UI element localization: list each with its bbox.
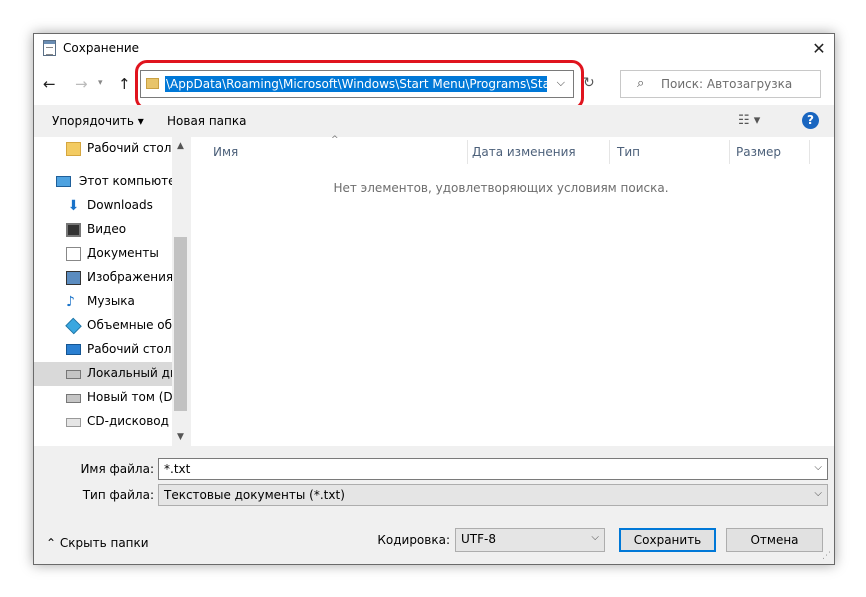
sidebar-item-desktop[interactable]: Рабочий стол: [34, 338, 189, 362]
encoding-label: Кодировка:: [377, 533, 450, 547]
resize-grip-icon[interactable]: ⋰: [822, 551, 831, 561]
computer-icon: [56, 176, 71, 187]
sidebar-item-video[interactable]: Видео: [34, 218, 189, 242]
column-divider[interactable]: [729, 140, 730, 164]
cancel-button[interactable]: Отмена: [726, 528, 823, 552]
downloads-icon: ⬇: [67, 198, 80, 214]
help-icon[interactable]: ?: [802, 112, 819, 129]
drive-icon: [66, 394, 81, 403]
organize-label: Упорядочить: [52, 114, 134, 128]
scroll-up-arrow-icon[interactable]: ▲: [172, 141, 189, 151]
column-header-type[interactable]: Тип: [617, 145, 640, 159]
view-options-icon[interactable]: ☷ ▾: [738, 113, 760, 128]
sidebar-item-new-volume[interactable]: Новый том (D:): [34, 386, 189, 410]
sidebar-item-local-disk[interactable]: Локальный дис: [34, 362, 189, 386]
sidebar-item-label: Рабочий стол: [87, 342, 172, 356]
encoding-select[interactable]: UTF-8 ⌵: [455, 528, 605, 552]
sidebar-item-label: Downloads: [87, 198, 153, 212]
file-list: ^ Имя Дата изменения Тип Размер Нет элем…: [191, 135, 834, 446]
desktop-icon: [66, 344, 81, 355]
column-header-name[interactable]: Имя: [213, 145, 238, 159]
sidebar-item-label: CD-дисковод (F: [87, 414, 185, 428]
filetype-select[interactable]: Текстовые документы (*.txt) ⌵: [158, 484, 828, 506]
up-arrow-icon[interactable]: ↑: [118, 75, 131, 93]
filetype-label: Тип файла:: [82, 488, 154, 502]
close-button[interactable]: ✕: [804, 34, 834, 63]
window-title: Сохранение: [63, 41, 140, 55]
scroll-down-arrow-icon[interactable]: ▼: [172, 432, 189, 442]
folder-icon: [66, 142, 81, 156]
save-dialog: Сохранение ✕ ← → ▾ ↑ \AppData\Roaming\Mi…: [33, 33, 835, 565]
sort-ascending-icon: ^: [331, 135, 339, 145]
navigation-pane: Рабочий стол Этот компьютер ⬇ Downloads …: [34, 137, 189, 446]
video-icon: [66, 223, 81, 237]
hide-folders-label: Скрыть папки: [59, 536, 149, 550]
new-folder-button[interactable]: Новая папка: [167, 114, 246, 128]
chevron-down-icon: ⌵: [814, 488, 822, 499]
sidebar-item-pictures[interactable]: Изображения: [34, 266, 189, 290]
folder-icon: [146, 78, 159, 89]
pictures-icon: [66, 271, 81, 285]
cd-drive-icon: [66, 418, 81, 427]
filename-field[interactable]: *.txt ⌵: [158, 458, 828, 480]
sidebar-item-3d-objects[interactable]: Объемные объ: [34, 314, 189, 338]
sidebar-item-label: Видео: [87, 222, 127, 236]
chevron-up-icon: ⌃: [46, 536, 57, 550]
encoding-value: UTF-8: [461, 532, 496, 546]
sidebar-item-downloads[interactable]: ⬇ Downloads: [34, 194, 189, 218]
hide-folders-button[interactable]: ⌃ Скрыть папки: [46, 536, 149, 550]
sidebar-item-music[interactable]: ♪ Музыка: [34, 290, 189, 314]
title-bar: Сохранение ✕: [34, 34, 834, 63]
sidebar-item-this-pc[interactable]: Этот компьютер: [34, 170, 189, 194]
sidebar-item-label: Документы: [87, 246, 159, 260]
chevron-down-icon: ▾: [137, 114, 144, 128]
sidebar-item-label: Рабочий стол: [87, 141, 172, 155]
chevron-down-icon: ⌵: [591, 532, 599, 543]
chevron-down-icon[interactable]: ⌵: [557, 76, 565, 90]
documents-icon: [66, 247, 81, 261]
refresh-icon[interactable]: ↻: [583, 75, 595, 91]
sidebar-item-desktop-folder[interactable]: Рабочий стол: [34, 137, 189, 161]
column-header-size[interactable]: Размер: [736, 145, 781, 159]
search-input[interactable]: ⌕ Поиск: Автозагрузка: [620, 70, 821, 98]
column-divider[interactable]: [609, 140, 610, 164]
empty-list-message: Нет элементов, удовлетворяющих условиям …: [333, 181, 669, 195]
sidebar-item-cd-drive[interactable]: CD-дисковод (F: [34, 410, 189, 434]
address-bar[interactable]: \AppData\Roaming\Microsoft\Windows\Start…: [140, 70, 574, 98]
music-icon: ♪: [66, 294, 75, 310]
column-header-date[interactable]: Дата изменения: [472, 145, 576, 159]
sidebar-item-label: Этот компьютер: [79, 174, 184, 188]
back-arrow-icon[interactable]: ←: [43, 75, 56, 93]
forward-arrow-icon[interactable]: →: [75, 75, 88, 93]
column-divider[interactable]: [467, 140, 468, 164]
sidebar-item-label: Объемные объ: [87, 318, 181, 332]
chevron-down-icon[interactable]: ⌵: [814, 462, 822, 473]
search-icon: ⌕: [637, 76, 645, 91]
sidebar-item-label: Музыка: [87, 294, 135, 308]
filetype-value: Текстовые документы (*.txt): [164, 488, 345, 502]
3d-objects-icon: [65, 317, 82, 335]
toolbar: Упорядочить ▾ Новая папка ☷ ▾ ?: [34, 105, 834, 137]
organize-button[interactable]: Упорядочить ▾: [52, 114, 144, 128]
sidebar-item-label: Локальный дис: [87, 366, 185, 380]
filename-value[interactable]: *.txt: [164, 462, 190, 476]
local-disk-icon: [66, 370, 81, 379]
recent-locations-chevron-icon[interactable]: ▾: [98, 78, 103, 88]
scroll-thumb[interactable]: [174, 237, 187, 411]
navigation-scrollbar[interactable]: ▲ ▼: [172, 137, 189, 446]
filename-label: Имя файла:: [80, 462, 154, 476]
sidebar-item-label: Новый том (D:): [87, 390, 182, 404]
address-row: ← → ▾ ↑ \AppData\Roaming\Microsoft\Windo…: [34, 60, 834, 110]
sidebar-item-label: Изображения: [87, 270, 174, 284]
search-placeholder: Поиск: Автозагрузка: [661, 77, 793, 91]
save-button[interactable]: Сохранить: [619, 528, 716, 552]
sidebar-item-documents[interactable]: Документы: [34, 242, 189, 266]
column-divider[interactable]: [809, 140, 810, 164]
address-path[interactable]: \AppData\Roaming\Microsoft\Windows\Start…: [165, 76, 547, 92]
notepad-icon: [43, 40, 56, 56]
